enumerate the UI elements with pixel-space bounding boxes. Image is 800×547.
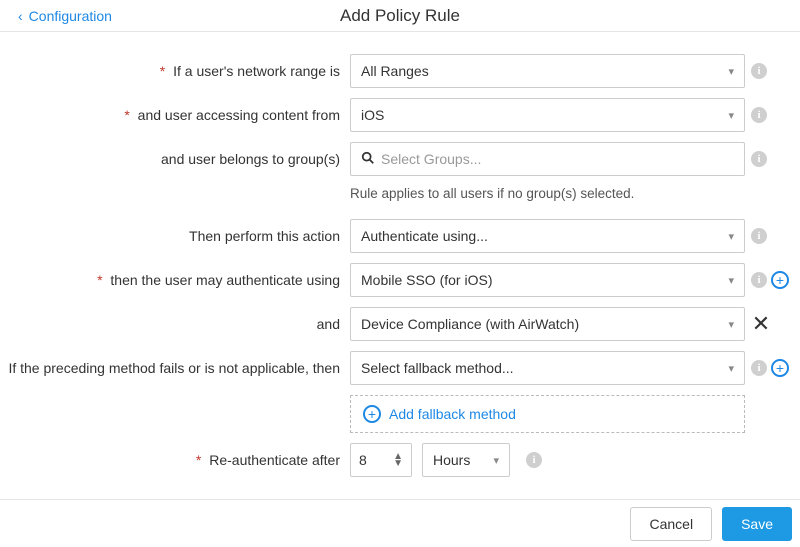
chevron-down-icon: ▾	[728, 230, 734, 243]
number-value: 8	[359, 452, 367, 468]
add-fallback-label: Add fallback method	[389, 406, 516, 422]
label-accessing-from: * and user accessing content from	[0, 106, 350, 124]
info-icon[interactable]: i	[751, 63, 767, 79]
label-text: and user accessing content from	[138, 107, 340, 123]
add-fallback-button[interactable]: + Add fallback method	[350, 395, 745, 433]
label-text: and	[317, 316, 340, 332]
save-button[interactable]: Save	[722, 507, 792, 541]
groups-input[interactable]: Select Groups...	[350, 142, 745, 176]
button-label: Cancel	[649, 516, 693, 532]
groups-hint: Rule applies to all users if no group(s)…	[350, 186, 745, 201]
select-value: Select fallback method...	[361, 360, 514, 376]
chevron-down-icon: ▾	[728, 318, 734, 331]
info-icon[interactable]: i	[751, 228, 767, 244]
placeholder-text: Select Groups...	[381, 151, 481, 167]
auth-method-1-select[interactable]: Mobile SSO (for iOS) ▾	[350, 263, 745, 297]
select-value: Mobile SSO (for iOS)	[361, 272, 492, 288]
auth-method-2-select[interactable]: Device Compliance (with AirWatch) ▾	[350, 307, 745, 341]
required-asterisk: *	[124, 107, 129, 123]
required-asterisk: *	[160, 63, 165, 79]
required-asterisk: *	[97, 272, 102, 288]
fallback-method-select[interactable]: Select fallback method... ▾	[350, 351, 745, 385]
label-may-authenticate: * then the user may authenticate using	[0, 271, 350, 289]
chevron-down-icon: ▾	[728, 65, 734, 78]
info-icon[interactable]: i	[751, 272, 767, 288]
label-network-range: * If a user's network range is	[0, 62, 350, 80]
plus-circle-icon: +	[363, 405, 381, 423]
spinner-icon[interactable]: ▲▼	[393, 453, 403, 467]
reauth-unit-select[interactable]: Hours ▾	[422, 443, 510, 477]
label-text: If a user's network range is	[173, 63, 340, 79]
label-perform-action: Then perform this action	[0, 227, 350, 245]
chevron-left-icon: ‹	[18, 8, 23, 24]
add-fallback-icon[interactable]: +	[771, 359, 789, 377]
info-icon[interactable]: i	[751, 360, 767, 376]
select-value: All Ranges	[361, 63, 429, 79]
search-icon	[361, 151, 375, 168]
network-range-select[interactable]: All Ranges ▾	[350, 54, 745, 88]
label-belongs-to: and user belongs to group(s)	[0, 150, 350, 168]
info-icon[interactable]: i	[751, 107, 767, 123]
accessing-from-select[interactable]: iOS ▾	[350, 98, 745, 132]
button-label: Save	[741, 516, 773, 532]
info-icon[interactable]: i	[526, 452, 542, 468]
chevron-down-icon: ▾	[728, 109, 734, 122]
dialog-footer: Cancel Save	[0, 499, 800, 547]
select-value: Hours	[433, 452, 470, 468]
label-text: and user belongs to group(s)	[161, 151, 340, 167]
select-value: Authenticate using...	[361, 228, 488, 244]
reauth-value-input[interactable]: 8 ▲▼	[350, 443, 412, 477]
form-content: * If a user's network range is All Range…	[0, 32, 800, 499]
info-icon[interactable]: i	[751, 151, 767, 167]
required-asterisk: *	[196, 452, 201, 468]
chevron-down-icon: ▾	[493, 454, 499, 467]
back-link[interactable]: ‹ Configuration	[0, 8, 112, 24]
select-value: Device Compliance (with AirWatch)	[361, 316, 579, 332]
cancel-button[interactable]: Cancel	[630, 507, 712, 541]
label-and: and	[0, 315, 350, 333]
label-text: then the user may authenticate using	[110, 272, 340, 288]
page-title: Add Policy Rule	[0, 6, 800, 26]
label-text: Then perform this action	[189, 228, 340, 244]
chevron-down-icon: ▾	[728, 274, 734, 287]
select-value: iOS	[361, 107, 384, 123]
label-reauth: * Re-authenticate after	[0, 451, 350, 469]
dialog-header: ‹ Configuration Add Policy Rule	[0, 0, 800, 32]
label-text: Re-authenticate after	[209, 452, 340, 468]
perform-action-select[interactable]: Authenticate using... ▾	[350, 219, 745, 253]
add-method-icon[interactable]: +	[771, 271, 789, 289]
label-text: If the preceding method fails or is not …	[8, 360, 340, 376]
remove-method-icon[interactable]: ✕	[751, 313, 771, 335]
back-link-label: Configuration	[29, 8, 112, 24]
chevron-down-icon: ▾	[728, 362, 734, 375]
label-fallback: If the preceding method fails or is not …	[0, 359, 350, 377]
